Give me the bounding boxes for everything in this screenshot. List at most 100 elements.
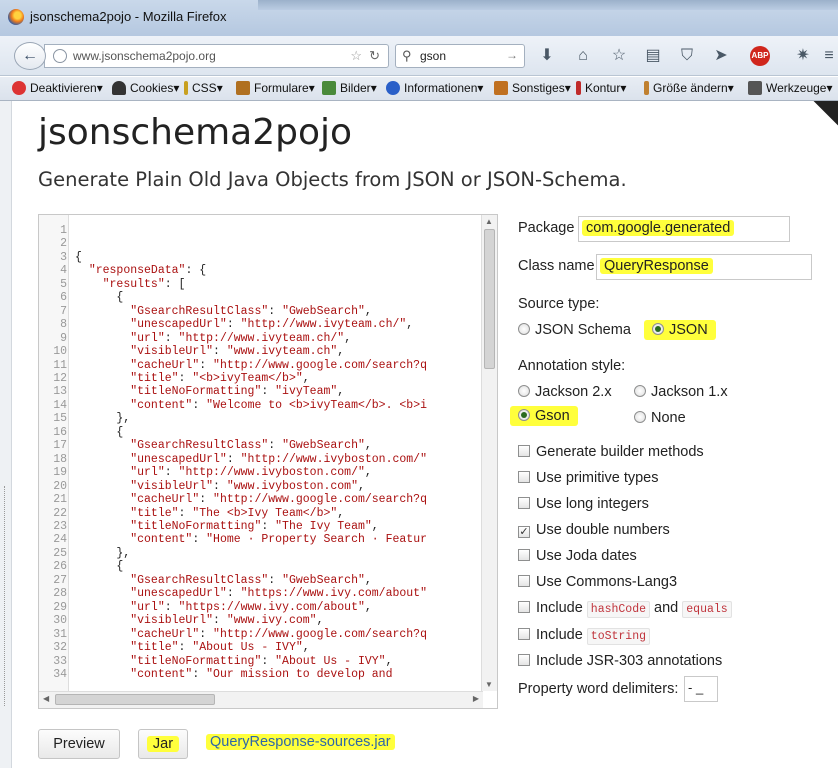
code-line[interactable]: "titleNoFormatting": "About Us - IVY",	[75, 655, 481, 668]
code-line[interactable]: ​	[75, 237, 481, 250]
toolbar-item-werkzeuge[interactable]: Werkzeuge▾	[748, 81, 833, 95]
toolbar-item-kontur[interactable]: Kontur▾	[576, 81, 626, 95]
search-go-icon[interactable]: →	[506, 48, 518, 62]
code-line[interactable]: "cacheUrl": "http://www.google.com/searc…	[75, 359, 481, 372]
classname-input[interactable]: QueryResponse	[596, 254, 812, 280]
checkbox-primitive-types[interactable]: Use primitive types	[518, 470, 658, 486]
code-line[interactable]: "content": "Home · Property Search · Fea…	[75, 533, 481, 546]
editor-code[interactable]: ​​{ "responseData": { "results": [ { "Gs…	[75, 224, 481, 691]
code-line[interactable]: "titleNoFormatting": "ivyTeam",	[75, 385, 481, 398]
radio-jackson1[interactable]: Jackson 1.x	[634, 384, 728, 400]
json-editor[interactable]: 1 2 3 4 5 6 7 8 9 10 11 12 13 14 15 16 1…	[38, 214, 498, 709]
address-bar[interactable]: www.jsonschema2pojo.org ☆ ↻	[44, 44, 389, 68]
radio-jackson2[interactable]: Jackson 2.x	[518, 384, 612, 400]
code-line[interactable]: "titleNoFormatting": "The Ivy Team",	[75, 520, 481, 533]
delimiters-input[interactable]: - _	[684, 676, 718, 702]
search-input[interactable]: gson	[420, 49, 446, 63]
code-line[interactable]: "visibleUrl": "www.ivyboston.com",	[75, 480, 481, 493]
jar-button[interactable]: Jar	[138, 729, 188, 759]
code-line[interactable]: "visibleUrl": "www.ivyteam.ch",	[75, 345, 481, 358]
code-line[interactable]: "url": "http://www.ivyboston.com/",	[75, 466, 481, 479]
checkbox-tostring[interactable]: Include toString	[518, 627, 651, 645]
radio-json-schema[interactable]: JSON Schema	[518, 322, 631, 338]
toolbar-item-informationen[interactable]: Informationen▾	[386, 81, 483, 95]
code-line[interactable]: "url": "https://www.ivy.com/about",	[75, 601, 481, 614]
toolbar-item-bilder[interactable]: Bilder▾	[322, 81, 377, 95]
code-line[interactable]: "content": "Welcome to <b>ivyTeam</b>. <…	[75, 399, 481, 412]
toolbar-item-cookies[interactable]: Cookies▾	[112, 81, 179, 95]
send-icon[interactable]: ➤	[710, 45, 732, 67]
code-line[interactable]: {	[75, 291, 481, 304]
code-line[interactable]: },	[75, 412, 481, 425]
adblock-plus-icon[interactable]: ABP	[750, 46, 770, 66]
page-sidebar-edge	[0, 101, 12, 768]
editor-vertical-scrollbar[interactable]: ▲ ▼	[481, 215, 497, 691]
code-line[interactable]: },	[75, 547, 481, 560]
code-line[interactable]: "url": "http://www.ivyteam.ch/",	[75, 332, 481, 345]
scroll-right-icon[interactable]: ▶	[473, 694, 479, 703]
scrollbar-thumb[interactable]	[484, 229, 495, 369]
code-line[interactable]: {	[75, 251, 481, 264]
code-line[interactable]: "title": "The <b>Ivy Team</b>",	[75, 507, 481, 520]
code-line[interactable]: "unescapedUrl": "https://www.ivy.com/abo…	[75, 587, 481, 600]
code-line[interactable]: {	[75, 560, 481, 573]
radio-dot	[634, 385, 646, 397]
annotation-style-label: Annotation style:	[518, 358, 626, 374]
search-icon: ⚲	[402, 48, 412, 63]
code-line[interactable]: "visibleUrl": "www.ivy.com",	[75, 614, 481, 627]
toolbar-item-deaktivieren[interactable]: Deaktivieren▾	[12, 81, 103, 95]
scroll-down-icon[interactable]: ▼	[485, 680, 493, 689]
menu-icon[interactable]: ≡	[818, 45, 838, 67]
home-icon[interactable]: ⌂	[572, 45, 594, 67]
radio-none[interactable]: None	[634, 410, 686, 426]
bookmark-star-toolbar-icon[interactable]: ☆	[608, 45, 630, 67]
checkbox-commons-lang3[interactable]: Use Commons-Lang3	[518, 574, 677, 590]
downloads-icon[interactable]: ⬇	[536, 45, 558, 67]
code-line[interactable]: "GsearchResultClass": "GwebSearch",	[75, 305, 481, 318]
code-line[interactable]: ​	[75, 224, 481, 237]
checkbox-jsr303[interactable]: Include JSR-303 annotations	[518, 653, 722, 669]
download-jar-link[interactable]: QueryResponse-sources.jar	[206, 734, 395, 750]
code-line[interactable]: "unescapedUrl": "http://www.ivyteam.ch/"…	[75, 318, 481, 331]
bookmark-star-icon[interactable]: ☆	[350, 48, 362, 64]
radio-json[interactable]: JSON	[644, 320, 716, 340]
code-line[interactable]: {	[75, 426, 481, 439]
code-line[interactable]: "title": "<b>ivyTeam</b>",	[75, 372, 481, 385]
code-line[interactable]: "cacheUrl": "http://www.google.com/searc…	[75, 493, 481, 506]
radio-gson[interactable]: Gson	[510, 406, 578, 426]
code-line[interactable]: "responseData": {	[75, 264, 481, 277]
address-text[interactable]: www.jsonschema2pojo.org	[73, 49, 216, 63]
checkbox-long-integers[interactable]: Use long integers	[518, 496, 649, 512]
extension-icon[interactable]: ✷	[792, 45, 814, 67]
code-line[interactable]: "results": [	[75, 278, 481, 291]
code-line[interactable]: "cacheUrl": "http://www.google.com/searc…	[75, 628, 481, 641]
toolbar-item-groesse[interactable]: Größe ändern▾	[644, 81, 734, 95]
scroll-up-icon[interactable]: ▲	[485, 217, 493, 226]
toolbar-item-formulare[interactable]: Formulare▾	[236, 81, 315, 95]
editor-horizontal-scrollbar[interactable]: ◀ ▶	[39, 691, 483, 708]
checkbox-checked-icon: ✓	[518, 526, 530, 538]
checkbox-double-numbers[interactable]: ✓ Use double numbers	[518, 522, 670, 538]
pocket-icon[interactable]: ⛉	[676, 45, 698, 67]
scroll-left-icon[interactable]: ◀	[43, 694, 49, 703]
sidebar-grip[interactable]	[4, 486, 8, 706]
preview-button[interactable]: Preview	[38, 729, 120, 759]
reload-icon[interactable]: ↻	[369, 48, 380, 64]
toolbar-item-sonstiges[interactable]: Sonstiges▾	[494, 81, 571, 95]
back-button[interactable]: ←	[14, 42, 46, 70]
code-line[interactable]: "content": "Our mission to develop and	[75, 668, 481, 681]
code-line[interactable]: "GsearchResultClass": "GwebSearch",	[75, 574, 481, 587]
hashcode-tag: hashCode	[586, 601, 651, 618]
search-bar[interactable]: ⚲ gson →	[395, 44, 525, 68]
toolbar-item-css[interactable]: CSS▾	[184, 81, 223, 95]
checkbox-builder-methods[interactable]: Generate builder methods	[518, 444, 704, 460]
package-input[interactable]: com.google.generated	[578, 216, 790, 242]
checkbox-joda-dates[interactable]: Use Joda dates	[518, 548, 637, 564]
code-line[interactable]: "unescapedUrl": "http://www.ivyboston.co…	[75, 453, 481, 466]
page-subtitle: Generate Plain Old Java Objects from JSO…	[38, 168, 627, 191]
checkbox-hashcode-equals[interactable]: Include hashCode and equals	[518, 600, 732, 618]
bookmarks-list-icon[interactable]: ▤	[642, 45, 664, 67]
code-line[interactable]: "title": "About Us - IVY",	[75, 641, 481, 654]
code-line[interactable]: "GsearchResultClass": "GwebSearch",	[75, 439, 481, 452]
scrollbar-thumb-horizontal[interactable]	[55, 694, 215, 705]
